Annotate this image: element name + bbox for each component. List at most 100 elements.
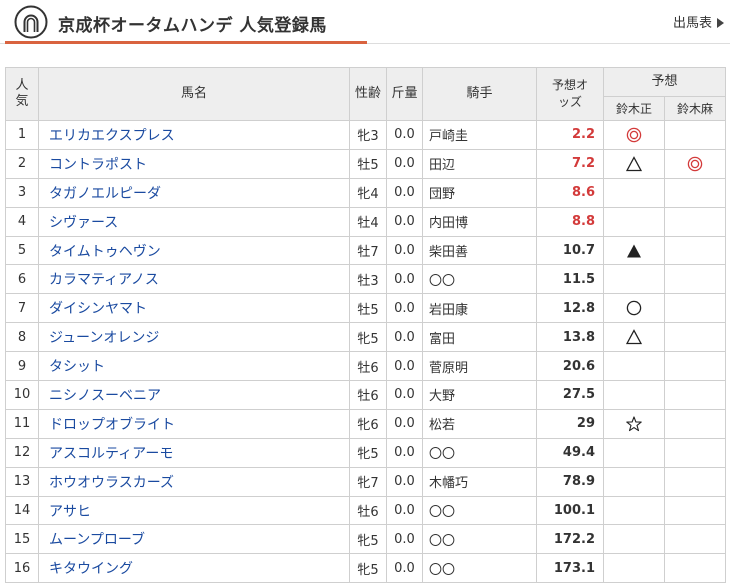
weight-cell: 0.0 <box>386 380 423 410</box>
prediction-mark-cell <box>603 524 665 555</box>
odds-cell: 8.6 <box>536 177 604 208</box>
prediction-mark-cell <box>663 264 727 295</box>
odds-cell: 7.2 <box>536 148 604 179</box>
table-row: 9 タシット 牡6 0.0 菅原明 20.6 <box>5 351 727 382</box>
jockey-cell: 松若 <box>422 408 537 439</box>
header-horse-name: 馬名 <box>38 67 350 121</box>
horse-name-cell: タイムトゥヘヴン <box>38 235 350 266</box>
horse-name-link[interactable]: タシット <box>49 359 105 375</box>
weight-cell: 0.0 <box>386 235 423 266</box>
rank-cell: 7 <box>5 293 39 324</box>
sex-age-cell: 牡6 <box>349 380 387 410</box>
double-circle-icon <box>626 127 642 143</box>
prediction-mark-cell <box>663 408 727 439</box>
horse-name-cell: タガノエルピーダ <box>38 177 350 208</box>
horse-name-link[interactable]: コントラポスト <box>49 157 147 173</box>
weight-cell: 0.0 <box>386 293 423 324</box>
horse-name-link[interactable]: タイムトゥヘヴン <box>49 244 161 260</box>
jockey-cell: 菅原明 <box>422 351 537 382</box>
horse-name-cell: タシット <box>38 351 350 382</box>
jockey-cell: 田辺 <box>422 148 537 179</box>
horse-name-cell: コントラポスト <box>38 148 350 179</box>
prediction-mark-cell <box>603 293 665 324</box>
rank-cell: 4 <box>5 206 39 237</box>
prediction-mark-cell <box>663 524 727 555</box>
sex-age-cell: 牡5 <box>349 148 387 179</box>
jockey-cell: 〇〇 <box>422 524 537 555</box>
weight-cell: 0.0 <box>386 351 423 382</box>
race-card-link-label[interactable]: 出馬表 <box>673 16 712 31</box>
horse-name-link[interactable]: エリカエクスプレス <box>49 128 175 144</box>
rank-cell: 2 <box>5 148 39 179</box>
table-row: 13 ホウオウラスカーズ 牝7 0.0 木幡巧 78.9 <box>5 466 727 497</box>
prediction-mark-cell <box>603 553 665 584</box>
rank-cell: 8 <box>5 322 39 353</box>
table-row: 1 エリカエクスプレス 牝3 0.0 戸崎圭 2.2 <box>5 120 727 150</box>
table-row: 8 ジューンオレンジ 牝5 0.0 富田 13.8 <box>5 322 727 353</box>
jockey-cell: 〇〇 <box>422 264 537 295</box>
sex-age-cell: 牡4 <box>349 206 387 237</box>
horse-name-link[interactable]: タガノエルピーダ <box>49 186 161 202</box>
jockey-cell: 岩田康 <box>422 293 537 324</box>
odds-cell: 10.7 <box>536 235 604 266</box>
horse-name-cell: カラマティアノス <box>38 264 350 295</box>
table-row: 14 アサヒ 牡6 0.0 〇〇 100.1 <box>5 495 727 526</box>
horse-name-link[interactable]: アサヒ <box>49 504 91 520</box>
table-row: 16 キタウイング 牝5 0.0 〇〇 173.1 <box>5 553 727 584</box>
horse-name-link[interactable]: ホウオウラスカーズ <box>49 475 174 491</box>
prediction-mark-cell <box>663 235 727 266</box>
table-row: 3 タガノエルピーダ 牝4 0.0 団野 8.6 <box>5 177 727 208</box>
sex-age-cell: 牝5 <box>349 553 387 584</box>
header-sex-age: 性齢 <box>349 67 387 121</box>
horse-name-cell: ジューンオレンジ <box>38 322 350 353</box>
race-card-link[interactable]: 出馬表 <box>673 12 724 31</box>
horse-name-link[interactable]: カラマティアノス <box>49 272 159 288</box>
horse-name-link[interactable]: アスコルティアーモ <box>49 446 173 462</box>
rank-cell: 13 <box>5 466 39 497</box>
table-row: 4 シヴァース 牡4 0.0 内田博 8.8 <box>5 206 727 237</box>
jockey-cell: 柴田善 <box>422 235 537 266</box>
prediction-mark-cell <box>603 466 665 497</box>
weight-cell: 0.0 <box>386 437 423 468</box>
header-rank-label: 人気 <box>15 78 29 109</box>
horse-name-link[interactable]: ダイシンヤマト <box>49 301 147 317</box>
table-row: 15 ムーンプローブ 牝5 0.0 〇〇 172.2 <box>5 524 727 555</box>
rank-cell: 9 <box>5 351 39 382</box>
star-icon <box>626 416 642 431</box>
prediction-mark-cell <box>603 351 665 382</box>
horse-name-link[interactable]: ニシノスーベニア <box>49 388 161 404</box>
page-title: 京成杯オータムハンデ 人気登録馬 <box>58 16 327 36</box>
rank-cell: 6 <box>5 264 39 295</box>
horse-name-link[interactable]: ジューンオレンジ <box>49 330 159 346</box>
odds-cell: 13.8 <box>536 322 604 353</box>
prediction-mark-cell <box>603 264 665 295</box>
rank-cell: 14 <box>5 495 39 526</box>
sex-age-cell: 牡6 <box>349 351 387 382</box>
header-weight: 斤量 <box>386 67 423 121</box>
horse-name-link[interactable]: シヴァース <box>49 215 118 231</box>
header-odds-label: 予想オッズ <box>552 78 589 109</box>
jockey-cell: 〇〇 <box>422 553 537 584</box>
horse-name-cell: シヴァース <box>38 206 350 237</box>
horse-name-link[interactable]: キタウイング <box>49 561 133 577</box>
jockey-cell: 大野 <box>422 380 537 410</box>
header-rank: 人気 <box>5 67 39 121</box>
horse-name-link[interactable]: ドロップオブライト <box>49 417 175 433</box>
popular-horses-table: 人気 馬名 性齢 斤量 騎手 予想オッズ 予想 鈴木正 鈴木麻 1 エリカエクスプ… <box>5 67 727 584</box>
odds-cell: 29 <box>536 408 604 439</box>
sex-age-cell: 牡6 <box>349 495 387 526</box>
sex-age-cell: 牝3 <box>349 120 387 150</box>
rank-cell: 5 <box>5 235 39 266</box>
table-row: 5 タイムトゥヘヴン 牡7 0.0 柴田善 10.7 <box>5 235 727 266</box>
prediction-mark-cell <box>663 322 727 353</box>
prediction-mark-cell <box>603 437 665 468</box>
prediction-mark-cell <box>663 553 727 584</box>
table-row: 6 カラマティアノス 牡3 0.0 〇〇 11.5 <box>5 264 727 295</box>
table-row: 2 コントラポスト 牡5 0.0 田辺 7.2 <box>5 148 727 179</box>
horse-name-cell: ダイシンヤマト <box>38 293 350 324</box>
rank-cell: 15 <box>5 524 39 555</box>
chevron-right-icon <box>717 18 724 28</box>
jockey-cell: 〇〇 <box>422 495 537 526</box>
horse-name-link[interactable]: ムーンプローブ <box>49 532 145 548</box>
prediction-mark-cell <box>663 293 727 324</box>
